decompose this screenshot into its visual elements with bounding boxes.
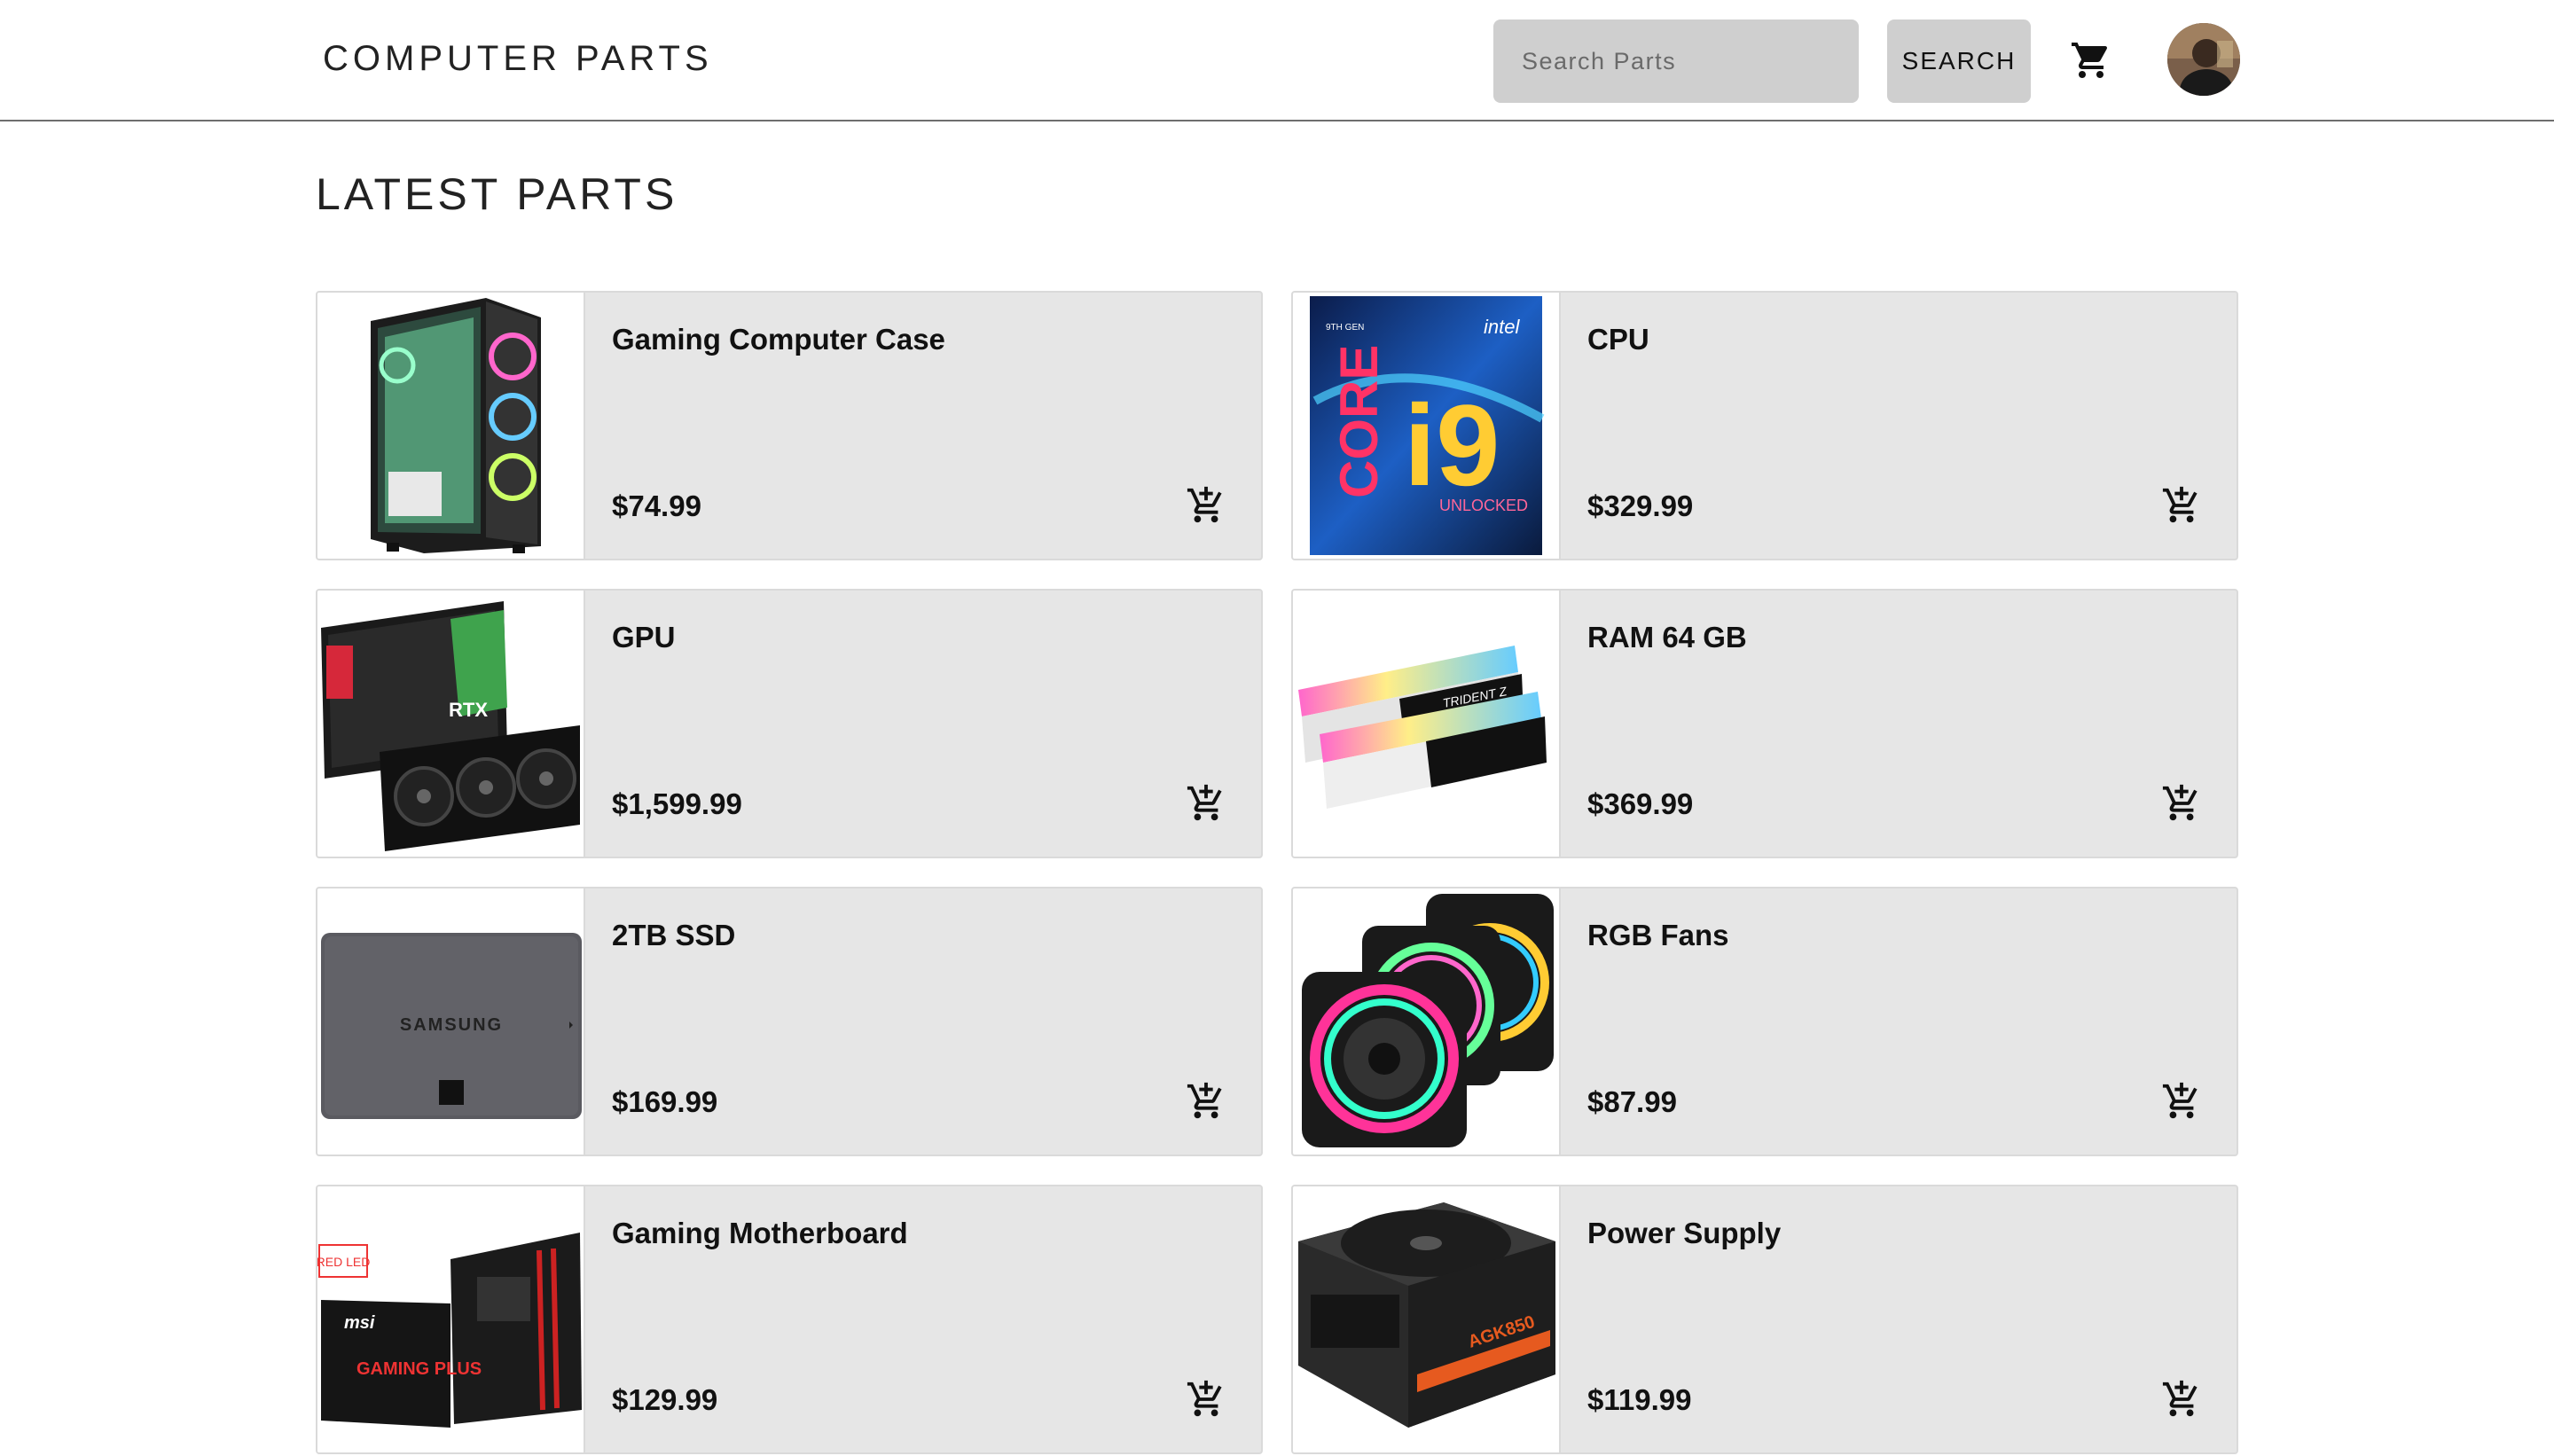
product-price: $74.99 bbox=[612, 489, 701, 522]
brand-title[interactable]: COMPUTER PARTS bbox=[323, 39, 713, 79]
add-shopping-cart-icon[interactable] bbox=[2158, 1078, 2205, 1124]
product-card[interactable]: RTX GPU $1,599.99 bbox=[316, 589, 1263, 858]
cpu-brand-text: intel bbox=[1484, 316, 1520, 338]
product-name[interactable]: Gaming Motherboard bbox=[612, 1217, 908, 1250]
product-price: $87.99 bbox=[1587, 1085, 1677, 1118]
add-shopping-cart-icon[interactable] bbox=[1183, 482, 1229, 528]
add-shopping-cart-icon[interactable] bbox=[1183, 780, 1229, 826]
product-name[interactable]: RAM 64 GB bbox=[1587, 621, 1747, 654]
product-price: $129.99 bbox=[612, 1383, 718, 1416]
user-avatar[interactable] bbox=[2167, 23, 2240, 96]
product-name[interactable]: CPU bbox=[1587, 323, 1649, 356]
product-name[interactable]: Gaming Computer Case bbox=[612, 323, 945, 356]
motherboard-image[interactable]: RED LED msi GAMING PLUS bbox=[317, 1186, 585, 1452]
gpu-text: RTX bbox=[449, 699, 488, 721]
ssd-image[interactable]: SAMSUNG bbox=[317, 888, 585, 1155]
product-price: $119.99 bbox=[1587, 1383, 1692, 1416]
add-shopping-cart-icon[interactable] bbox=[2158, 482, 2205, 528]
product-card[interactable]: TRIDENT Z RAM 64 GB $369.99 bbox=[1291, 589, 2238, 858]
product-price: $1,599.99 bbox=[612, 787, 742, 820]
product-price: $369.99 bbox=[1587, 787, 1694, 820]
computer-case-image[interactable] bbox=[317, 293, 585, 559]
shopping-cart-icon[interactable] bbox=[2066, 35, 2116, 85]
search-button[interactable]: SEARCH bbox=[1887, 20, 2031, 103]
page-title: LATEST PARTS bbox=[316, 169, 678, 219]
product-card[interactable]: RGB Fans $87.99 bbox=[1291, 887, 2238, 1156]
product-name[interactable]: Power Supply bbox=[1587, 1217, 1781, 1250]
power-supply-image[interactable]: AGK850 bbox=[1293, 1186, 1561, 1452]
product-card[interactable]: SAMSUNG 2TB SSD $169.99 bbox=[316, 887, 1263, 1156]
product-name[interactable]: RGB Fans bbox=[1587, 919, 1729, 952]
mb-tag-text: RED LED bbox=[317, 1255, 370, 1269]
add-shopping-cart-icon[interactable] bbox=[1183, 1376, 1229, 1422]
product-price: $329.99 bbox=[1587, 489, 1694, 522]
cpu-gen-text: 9TH GEN bbox=[1326, 323, 1364, 333]
add-shopping-cart-icon[interactable] bbox=[2158, 1376, 2205, 1422]
cpu-line-text: CORE bbox=[1329, 345, 1389, 498]
add-shopping-cart-icon[interactable] bbox=[2158, 780, 2205, 826]
rgb-fans-image[interactable] bbox=[1293, 888, 1561, 1155]
product-grid: Gaming Computer Case $74.99 9TH GEN inte… bbox=[316, 291, 2238, 1454]
ram-modules-image[interactable]: TRIDENT Z bbox=[1293, 591, 1561, 857]
graphics-card-image[interactable]: RTX bbox=[317, 591, 585, 857]
mb-brand-text: msi bbox=[344, 1313, 375, 1333]
mb-label-text: GAMING PLUS bbox=[356, 1359, 482, 1379]
top-navbar: COMPUTER PARTS SEARCH bbox=[0, 0, 2554, 121]
product-card[interactable]: AGK850 Power Supply $119.99 bbox=[1291, 1185, 2238, 1454]
product-card[interactable]: RED LED msi GAMING PLUS Gaming Motherboa… bbox=[316, 1185, 1263, 1454]
cpu-badge-text: UNLOCKED bbox=[1439, 497, 1528, 514]
product-card[interactable]: Gaming Computer Case $74.99 bbox=[316, 291, 1263, 560]
cpu-box-image[interactable]: 9TH GEN intel CORE i9 UNLOCKED bbox=[1293, 293, 1561, 559]
add-shopping-cart-icon[interactable] bbox=[1183, 1078, 1229, 1124]
product-name[interactable]: 2TB SSD bbox=[612, 919, 735, 952]
product-name[interactable]: GPU bbox=[612, 621, 676, 654]
ssd-brand-text: SAMSUNG bbox=[400, 1015, 503, 1035]
cpu-model-text: i9 bbox=[1404, 380, 1500, 510]
product-card[interactable]: 9TH GEN intel CORE i9 UNLOCKED CPU $329.… bbox=[1291, 291, 2238, 560]
product-price: $169.99 bbox=[612, 1085, 718, 1118]
search-input[interactable] bbox=[1493, 20, 1859, 103]
